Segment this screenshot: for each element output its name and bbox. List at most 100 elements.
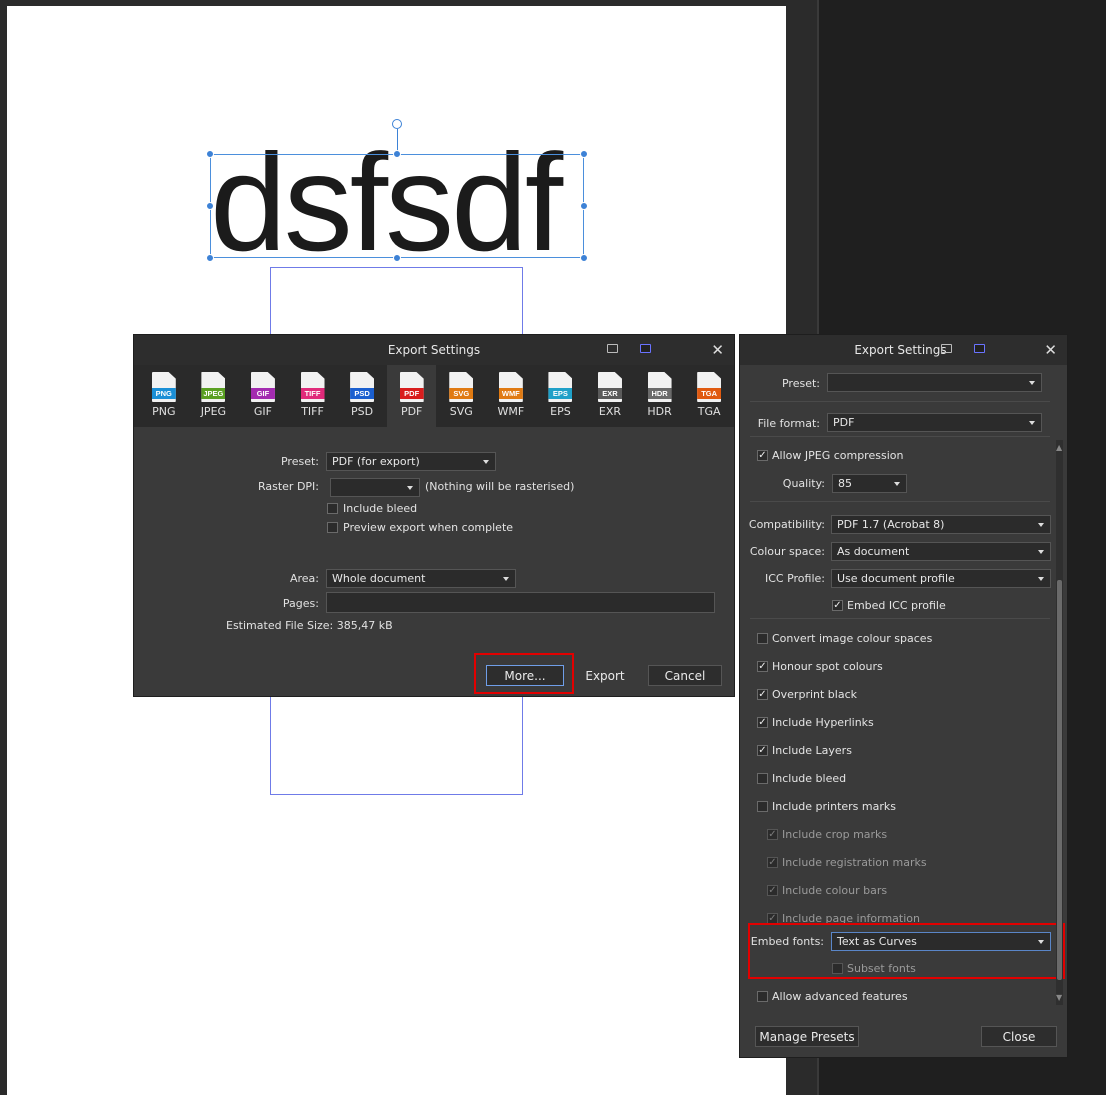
scroll-down-icon[interactable]: ▼ <box>1056 993 1062 1002</box>
resize-handle-l[interactable] <box>206 202 214 210</box>
tab-label: EXR <box>598 405 622 418</box>
tab-tga[interactable]: TGA TGA <box>684 365 734 427</box>
more-button-highlight <box>474 653 574 694</box>
quality-label: Quality: <box>782 477 825 490</box>
option-checkbox[interactable] <box>757 633 768 644</box>
icc-profile-dropdown[interactable]: Use document profile <box>831 569 1051 588</box>
gif-file-icon: GIF <box>250 372 275 402</box>
rotation-handle[interactable] <box>392 119 402 129</box>
allow-jpeg-label: Allow JPEG compression <box>772 449 904 462</box>
raster-dpi-label: Raster DPI: <box>257 480 319 493</box>
option-checkbox[interactable]: ✓ <box>767 857 778 868</box>
chevron-down-icon <box>1029 381 1035 385</box>
preset-label: Preset: <box>781 377 820 390</box>
exr-file-icon: EXR <box>597 372 622 402</box>
option-label: Overprint black <box>772 688 857 701</box>
close-icon[interactable]: ✕ <box>1044 341 1057 359</box>
divider <box>750 501 1050 502</box>
chevron-down-icon <box>483 460 489 464</box>
option-label: Include printers marks <box>772 800 896 813</box>
svg-file-icon: SVG <box>449 372 474 402</box>
include-bleed-label: Include bleed <box>343 502 418 515</box>
window-mode-icon[interactable] <box>607 344 618 353</box>
option-checkbox[interactable]: ✓ <box>767 829 778 840</box>
resize-handle-r[interactable] <box>580 202 588 210</box>
tab-psd[interactable]: PSD PSD <box>337 365 387 427</box>
scrollbar[interactable] <box>1056 440 1063 1005</box>
raster-dpi-dropdown[interactable] <box>330 478 420 497</box>
chevron-down-icon <box>1038 577 1044 581</box>
preview-export-checkbox[interactable] <box>327 522 338 533</box>
tab-wmf[interactable]: WMF WMF <box>486 365 536 427</box>
resize-handle-br[interactable] <box>580 254 588 262</box>
close-icon[interactable]: ✕ <box>711 341 724 359</box>
option-checkbox[interactable]: ✓ <box>757 689 768 700</box>
preset-dropdown[interactable]: PDF (for export) <box>326 452 496 471</box>
format-tabs: PNG PNG JPEG JPEG GIF GIF TIFF TIFF PSD PSD PDF PDF… <box>134 365 734 427</box>
manage-presets-button[interactable]: Manage Presets <box>755 1026 859 1047</box>
resize-handle-b[interactable] <box>393 254 401 262</box>
resize-handle-tr[interactable] <box>580 150 588 158</box>
tab-jpeg[interactable]: JPEG JPEG <box>189 365 239 427</box>
preset-dropdown[interactable] <box>827 373 1042 392</box>
embed-icc-label: Embed ICC profile <box>847 599 946 612</box>
compatibility-dropdown[interactable]: PDF 1.7 (Acrobat 8) <box>831 515 1051 534</box>
tab-label: TGA <box>697 405 721 418</box>
colour-space-dropdown[interactable]: As document <box>831 542 1051 561</box>
option-label: Convert image colour spaces <box>772 632 933 645</box>
option-label: Include Layers <box>772 744 852 757</box>
option-checkbox[interactable]: ✓ <box>757 717 768 728</box>
resize-handle-tl[interactable] <box>206 150 214 158</box>
tab-tiff[interactable]: TIFF TIFF <box>288 365 338 427</box>
scrollbar-thumb[interactable] <box>1057 580 1062 980</box>
option-checkbox[interactable] <box>757 773 768 784</box>
chevron-down-icon <box>1038 523 1044 527</box>
option-label: Include registration marks <box>782 856 927 869</box>
preview-export-label: Preview export when complete <box>343 521 514 534</box>
option-checkbox[interactable]: ✓ <box>757 745 768 756</box>
resize-handle-t[interactable] <box>393 150 401 158</box>
tab-svg[interactable]: SVG SVG <box>436 365 486 427</box>
quality-dropdown[interactable]: 85 <box>832 474 907 493</box>
export-button[interactable]: Export <box>567 665 643 686</box>
preset-label: Preset: <box>280 455 319 468</box>
option-checkbox[interactable] <box>757 801 768 812</box>
tab-label: PNG <box>152 405 176 418</box>
allow-advanced-checkbox[interactable] <box>757 991 768 1002</box>
area-dropdown[interactable]: Whole document <box>326 569 516 588</box>
icc-profile-label: ICC Profile: <box>764 572 825 585</box>
tab-label: WMF <box>497 405 525 418</box>
tab-label: PDF <box>400 405 423 418</box>
option-label: Include colour bars <box>782 884 888 897</box>
tab-png[interactable]: PNG PNG <box>139 365 189 427</box>
chevron-down-icon <box>1038 550 1044 554</box>
panel-mode-icon[interactable] <box>640 344 651 353</box>
close-button[interactable]: Close <box>981 1026 1057 1047</box>
cancel-button[interactable]: Cancel <box>648 665 722 686</box>
option-checkbox[interactable]: ✓ <box>767 885 778 896</box>
panel-mode-icon[interactable] <box>974 344 985 353</box>
tab-label: JPEG <box>200 405 227 418</box>
window-mode-icon[interactable] <box>941 344 952 353</box>
resize-handle-bl[interactable] <box>206 254 214 262</box>
embed-icc-checkbox[interactable]: ✓ <box>832 600 843 611</box>
allow-jpeg-checkbox[interactable]: ✓ <box>757 450 768 461</box>
tab-label: HDR <box>647 405 672 418</box>
option-label: Include bleed <box>772 772 847 785</box>
tab-gif[interactable]: GIF GIF <box>238 365 288 427</box>
scroll-up-icon[interactable]: ▲ <box>1056 443 1062 452</box>
file-format-dropdown[interactable]: PDF <box>827 413 1042 432</box>
allow-advanced-label: Allow advanced features <box>772 990 908 1003</box>
estimated-file-size: Estimated File Size: 385,47 kB <box>226 619 393 632</box>
more-dialog-titlebar[interactable]: Export Settings ✕ <box>740 335 1067 365</box>
jpeg-file-icon: JPEG <box>201 372 226 402</box>
export-dialog-titlebar[interactable]: Export Settings ✕ <box>134 335 734 365</box>
png-file-icon: PNG <box>151 372 176 402</box>
tab-pdf[interactable]: PDF PDF <box>386 365 437 427</box>
tab-exr[interactable]: EXR EXR <box>585 365 635 427</box>
include-bleed-checkbox[interactable] <box>327 503 338 514</box>
tab-hdr[interactable]: HDR HDR <box>635 365 685 427</box>
option-checkbox[interactable]: ✓ <box>757 661 768 672</box>
pages-input[interactable] <box>326 592 715 613</box>
tab-eps[interactable]: EPS EPS <box>536 365 586 427</box>
